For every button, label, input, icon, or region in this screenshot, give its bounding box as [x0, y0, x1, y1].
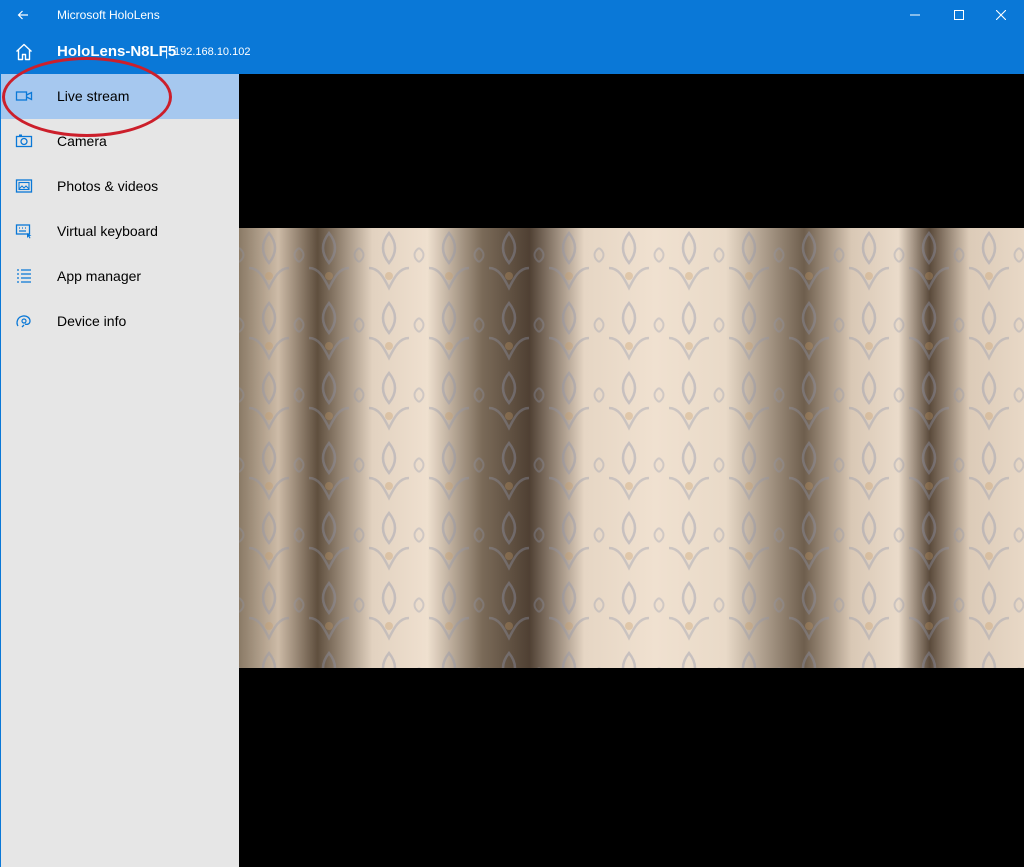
video-camera-icon [15, 91, 33, 101]
minimize-button[interactable] [892, 0, 938, 30]
sidebar-item-device-info[interactable]: Device info [1, 299, 239, 344]
sidebar-item-virtual-keyboard[interactable]: Virtual keyboard [1, 209, 239, 254]
device-header: HoloLens-N8LF5 | 192.168.10.102 [0, 30, 1024, 74]
header-separator: | [165, 45, 169, 59]
device-ip: 192.168.10.102 [174, 46, 251, 58]
list-icon [17, 269, 31, 283]
keyboard-icon [15, 224, 32, 239]
sidebar-item-photos-videos[interactable]: Photos & videos [1, 164, 239, 209]
sidebar-item-label: Device info [57, 313, 127, 329]
sidebar: Live stream Camera Photos & videos Virtu… [0, 74, 239, 867]
close-icon [996, 10, 1006, 20]
back-arrow-icon [17, 10, 28, 20]
live-stream-view [239, 74, 1024, 867]
home-icon [16, 43, 32, 61]
app-title: Microsoft HoloLens [57, 8, 160, 22]
sidebar-item-label: Virtual keyboard [57, 223, 158, 239]
minimize-icon [910, 14, 920, 16]
live-stream-video [239, 228, 1024, 668]
device-name: HoloLens-N8LF5 [57, 43, 177, 60]
sidebar-item-label: Camera [57, 133, 107, 149]
sidebar-item-camera[interactable]: Camera [1, 119, 239, 164]
back-button[interactable] [8, 0, 38, 30]
sidebar-item-label: Live stream [57, 88, 130, 104]
sidebar-item-app-manager[interactable]: App manager [1, 254, 239, 299]
sidebar-item-label: App manager [57, 268, 142, 284]
close-button[interactable] [978, 0, 1024, 30]
sidebar-item-live-stream[interactable]: Live stream [1, 74, 239, 119]
sidebar-item-label: Photos & videos [57, 178, 159, 194]
title-bar: Microsoft HoloLens [0, 0, 1024, 30]
home-button[interactable] [8, 34, 40, 70]
maximize-button[interactable] [936, 0, 982, 30]
camera-icon [15, 134, 33, 148]
device-info-icon [16, 315, 31, 328]
maximize-icon [954, 10, 964, 20]
photos-icon [15, 179, 33, 193]
